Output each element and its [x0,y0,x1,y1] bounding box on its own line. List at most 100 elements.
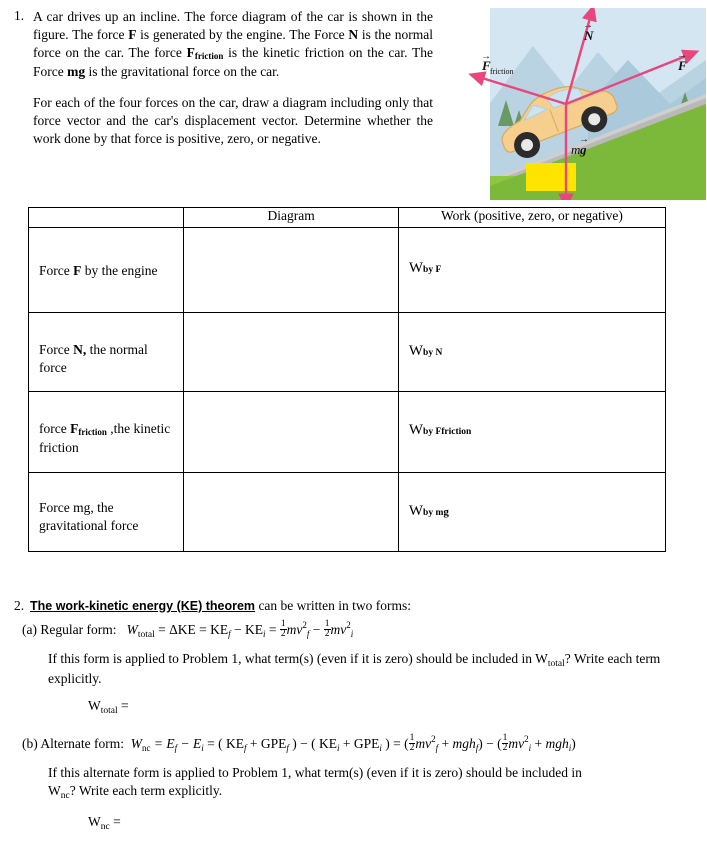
problem-2-title-rest: can be written in two forms: [255,598,412,613]
table-row: Force F by the engine Wby F [27,227,667,313]
row2-prefix: force [39,421,71,436]
part-b-answer-eq: = [109,814,121,829]
part-b-grp1-plus: + GPE [246,736,287,751]
row-force-label-cell: Force mg, the gravitational force [27,472,185,552]
part-b-E: = E [150,736,175,751]
row3-work-sub-b: g [443,506,449,518]
p1-seg5: is the gravitational force on the car. [85,63,280,79]
part-b-mghf-sub: f [475,743,479,753]
problem-1-number: 1. [14,8,25,23]
part-b-grp2-plus: + GPE [339,736,380,751]
part-b-question-line1: If this alternate form is applied to Pro… [48,765,582,780]
row3-prefix: Force [39,500,74,515]
table-header-diagram: Diagram [183,207,399,228]
part-a-mvi: mv [330,622,347,637]
part-a-eq: = ΔKE = KE [158,622,229,637]
problem-1-paragraph-1: A car drives up an incline. The force di… [33,8,433,80]
part-b-mvi-sub: i [528,743,532,753]
row-diagram-cell[interactable] [183,391,399,473]
part-b-answer-line[interactable]: Wnc = [88,814,121,832]
part-a-mvf: mv [286,622,303,637]
row-force-label-cell: force Ffriction ,the kinetic friction [27,391,185,473]
part-a-formula-line: (a) Regular form: Wtotal = ΔKE = KE f − K… [22,618,354,640]
part-a-question: If this form is applied to Problem 1, wh… [48,650,688,688]
problem-1-paragraph-2: For each of the four forces on the car, … [33,95,433,146]
part-b-label: (b) Alternate form: [22,736,124,751]
row1-work-sub: by N [423,348,443,358]
table-header-row: Diagram Work (positive, zero, or negativ… [27,207,667,228]
svg-text:→: → [583,20,593,31]
problem-2-heading: The work-kinetic energy (KE) theorem can… [30,598,411,614]
p1-symbol-N: N [348,26,359,42]
part-b-answer-W: W [88,814,101,829]
row2-work-W: W [408,422,424,438]
part-b-mghi-sub: i [568,743,572,753]
part-b-mvi: mv [508,736,525,751]
row-force-label-cell: Force F by the engine [27,227,185,313]
row-diagram-cell[interactable] [183,227,399,313]
part-a-answer-eq: = [117,698,129,713]
row0-prefix: Force [39,263,74,278]
svg-text:→: → [481,51,491,62]
row1-prefix: Force [39,342,74,357]
row-work-cell[interactable]: Wby Ffriction [397,391,667,473]
row1-symbol: N, [73,342,87,357]
force-diagram-figure: N → F → F → friction m g → [438,8,706,200]
row-diagram-cell[interactable] [183,312,399,392]
row0-work-W: W [408,260,424,276]
part-a-answer-sub: total [100,706,118,716]
part-b-q-W: W [48,782,61,798]
p1-symbol-Ffriction-sub: friction [194,50,224,61]
table-header-work: Work (positive, zero, or negative) [397,207,667,228]
part-b-half-2: 12 [501,732,509,754]
p1-seg2: is generated by the engine. The Force [136,26,349,42]
p1-symbol-mg: mg [67,63,86,79]
part-b-q-sub: nc [60,790,70,801]
part-a-half-1: 12 [279,618,287,640]
part-b-question-line2: Wnc? Write each term explicitly. [48,782,678,802]
row-diagram-cell[interactable] [183,472,399,552]
part-a-mvi-sub: i [350,629,354,639]
part-b-grp1-open: = ( KE [203,736,244,751]
row1-work-W: W [408,343,424,359]
row0-suffix: by the engine [81,263,158,278]
part-b-mghf: mgh [452,736,476,751]
part-b-answer-sub: nc [100,822,110,832]
part-b-W: W [130,736,142,751]
svg-text:→: → [677,50,687,61]
part-b-mvf: mv [415,736,432,751]
row2-symbol-sub: friction [78,427,107,437]
table-row: Force mg, the gravitational force Wby mg [27,472,667,552]
row-work-cell[interactable]: Wby F [397,227,667,313]
p1-symbol-Ffriction: F [186,44,195,60]
row3-work-W: W [408,503,424,519]
table-header-blank [27,207,185,228]
part-b-question: If this alternate form is applied to Pro… [48,764,678,802]
part-b-mghi: mgh [545,736,569,751]
row-force-label-cell: Force N, the normal force [27,312,185,392]
part-a-answer-line[interactable]: Wtotal = [88,698,129,716]
part-a-minus: − KE [230,622,264,637]
row2-work-sub: by Ffriction [423,427,472,437]
table-row: Force N, the normal force Wby N [27,312,667,392]
part-b-formula-line: (b) Alternate form: Wnc = Ef − Ei = ( KE… [22,732,576,754]
part-b-grp2-close: ) = [381,736,401,751]
svg-text:friction: friction [490,67,514,76]
problem-1-text: A car drives up an incline. The force di… [33,8,433,148]
problem-2-number: 2. [14,598,25,613]
part-a-question-text: If this form is applied to Problem 1, wh… [48,651,548,666]
row3-symbol: mg, [73,500,94,515]
part-a-answer-W: W [88,698,101,713]
part-b-mvf-sub: f [435,743,439,753]
part-b-Ei: − E [177,736,202,751]
part-b-q-rest: ? Write each term explicitly. [69,782,223,798]
part-a-mvf-sub: f [306,629,310,639]
part-a-label: (a) Regular form: [22,622,117,637]
row-work-cell[interactable]: Wby mg [397,472,667,552]
problem-2-title-underlined: The work-kinetic energy (KE) theorem [30,599,256,613]
part-b-grp1-close: ) − ( KE [288,736,337,751]
part-b-half-1: 12 [408,732,416,754]
row-work-cell[interactable]: Wby N [397,312,667,392]
table-row: force Ffriction ,the kinetic friction Wb… [27,391,667,473]
part-a-question-sub: total [547,659,565,669]
